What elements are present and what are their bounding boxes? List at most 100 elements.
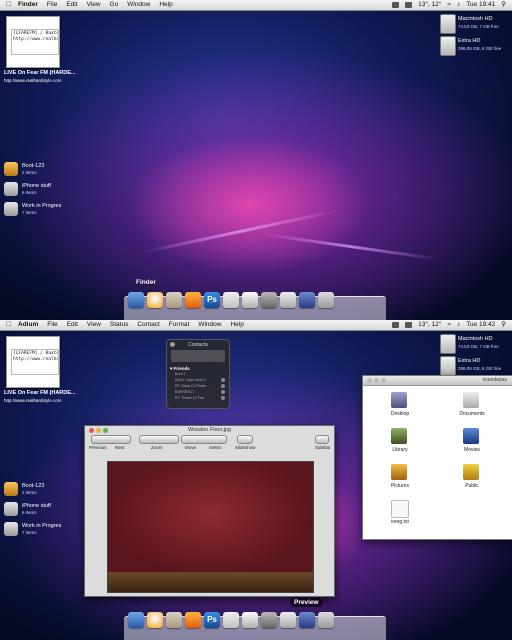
display-icon[interactable]: [405, 322, 413, 328]
preview-window[interactable]: Wooden Floor.jpg Previous Next Zoom Move…: [84, 425, 335, 597]
menu-app-name[interactable]: Adium: [18, 320, 38, 330]
finder-item-ioreg[interactable]: ioreg.txt: [375, 500, 425, 530]
trash-icon[interactable]: [318, 612, 334, 628]
close-button[interactable]: [367, 378, 372, 383]
contacts-window[interactable]: Contacts ▾ Friends Boot-1 BAXX: Spec Nex…: [166, 339, 230, 409]
finder-icon[interactable]: [128, 292, 144, 308]
headphones-icon[interactable]: [242, 292, 258, 308]
clock[interactable]: Tue 19:42: [466, 320, 495, 330]
image-canvas[interactable]: [107, 461, 314, 593]
thumbnail-title[interactable]: LIVE On Fear FM (HARDE...: [4, 390, 76, 396]
stack-name: iPhone stuff: [22, 503, 51, 509]
headphones-icon[interactable]: [242, 612, 258, 628]
volume-icon[interactable]: ♪: [457, 0, 460, 10]
menu-file[interactable]: File: [47, 320, 57, 330]
contact-row[interactable]: RT: Timber DJ Pad: [175, 396, 204, 400]
finder-item-movies[interactable]: Movies: [447, 428, 497, 458]
menu-help[interactable]: Help: [230, 320, 243, 330]
applications-stack-icon[interactable]: [299, 292, 315, 308]
stack-boot-123[interactable]: Boot-123 2 items: [4, 162, 74, 178]
preview-icon[interactable]: [280, 612, 296, 628]
menu-edit[interactable]: Edit: [67, 320, 78, 330]
thumbnail-line: http://www.realhardstyle: [13, 37, 59, 42]
applications-stack-icon[interactable]: [299, 612, 315, 628]
drive-macintosh-hd[interactable]: Macintosh HD 74.53 GB, 7 GB free: [440, 14, 504, 36]
zoom-buttons[interactable]: [139, 435, 179, 444]
finder-icon[interactable]: [128, 612, 144, 628]
finder-item-pictures[interactable]: Pictures: [375, 464, 425, 494]
weather-status[interactable]: 13°, 12°: [418, 0, 441, 10]
trash-icon[interactable]: [318, 292, 334, 308]
downloads-stack-icon[interactable]: [280, 292, 296, 308]
move-select-buttons[interactable]: [181, 435, 227, 444]
display-icon[interactable]: [405, 2, 413, 8]
document-thumbnail[interactable]: [LFAREFM] / Baxter ] - P http://www.real…: [6, 336, 60, 388]
weather-status[interactable]: 13°, 12°: [418, 320, 441, 330]
menu-app-name[interactable]: Finder: [18, 0, 38, 10]
wifi-icon[interactable]: ≈: [447, 0, 451, 10]
minimize-button[interactable]: [374, 378, 379, 383]
adium-duck-icon[interactable]: [147, 292, 163, 308]
finder-window[interactable]: nvandepas Desktop Documents Library Movi…: [362, 375, 512, 540]
menu-status[interactable]: Status: [110, 320, 128, 330]
menu-view[interactable]: View: [87, 0, 101, 10]
window-title: nvandepas: [482, 377, 507, 383]
menu-go[interactable]: Go: [110, 0, 119, 10]
app-icon[interactable]: [166, 292, 182, 308]
document-thumbnail[interactable]: [LFAREFM] / Baxter ] - P http://www.real…: [6, 16, 60, 68]
vlc-icon[interactable]: [185, 612, 201, 628]
menu-window[interactable]: Window: [127, 0, 150, 10]
sidebar-button[interactable]: [315, 435, 329, 444]
contact-row[interactable]: BAXX: Spec Next S: [175, 378, 206, 382]
menu-contact[interactable]: Contact: [137, 320, 159, 330]
item-label: Public: [465, 483, 479, 489]
my-status-field[interactable]: [171, 350, 225, 362]
stack-boot-123[interactable]: Boot-123 2 items: [4, 482, 74, 498]
stack-iphone-stuff[interactable]: iPhone stuff 6 items: [4, 182, 74, 198]
volume-icon[interactable]: ♪: [457, 320, 460, 330]
finder-item-desktop[interactable]: Desktop: [375, 392, 425, 422]
photoshop-icon[interactable]: Ps: [204, 292, 220, 308]
stack-work-in-progress[interactable]: Work in Progres 7 items: [4, 202, 74, 218]
menu-format[interactable]: Format: [169, 320, 190, 330]
stack-work-in-progress[interactable]: Work in Progres 7 items: [4, 522, 74, 538]
item-label: Movies: [464, 447, 480, 453]
public-folder-icon: [463, 464, 479, 480]
menu-help[interactable]: Help: [159, 0, 172, 10]
spotlight-icon[interactable]: ⚲: [501, 320, 506, 330]
wifi-icon[interactable]: ≈: [447, 320, 451, 330]
itunes-icon[interactable]: [223, 292, 239, 308]
apple-icon[interactable]: : [6, 320, 11, 330]
menu-view[interactable]: View: [87, 320, 101, 330]
contact-row[interactable]: Boot-1: [175, 372, 185, 376]
menu-window[interactable]: Window: [198, 320, 221, 330]
stack-iphone-stuff[interactable]: iPhone stuff 6 items: [4, 502, 74, 518]
finder-item-public[interactable]: Public: [447, 464, 497, 494]
battery-icon[interactable]: [392, 2, 400, 8]
drive-extra-hd[interactable]: Extra HD 298.09 GB, 8 GB free: [440, 36, 504, 58]
finder-item-library[interactable]: Library: [375, 428, 425, 458]
battery-icon[interactable]: [392, 322, 400, 328]
vlc-icon[interactable]: [185, 292, 201, 308]
contact-row[interactable]: BARRENCT: [175, 390, 194, 394]
spotlight-icon[interactable]: ⚲: [501, 0, 506, 10]
system-preferences-icon[interactable]: [261, 612, 277, 628]
photoshop-icon[interactable]: Ps: [204, 612, 220, 628]
stack-count: 7 items: [22, 210, 37, 215]
menu-edit[interactable]: Edit: [66, 0, 77, 10]
drive-macintosh-hd[interactable]: Macintosh HD 74.53 GB, 7 GB free: [440, 334, 504, 356]
adium-duck-icon[interactable]: [147, 612, 163, 628]
system-preferences-icon[interactable]: [261, 292, 277, 308]
previous-next-buttons[interactable]: [91, 435, 131, 444]
apple-icon[interactable]: : [6, 0, 11, 10]
clock[interactable]: Tue 19:41: [466, 0, 495, 10]
itunes-icon[interactable]: [223, 612, 239, 628]
app-icon[interactable]: [166, 612, 182, 628]
finder-item-documents[interactable]: Documents: [447, 392, 497, 422]
slideshow-button[interactable]: [237, 435, 253, 444]
contact-row[interactable]: RT: Samp DJ Padre: [175, 384, 206, 388]
thumbnail-title[interactable]: LIVE On Fear FM (HARDE...: [4, 70, 76, 76]
menu-bar:  Adium File Edit View Status Contact Fo…: [0, 320, 512, 331]
menu-file[interactable]: File: [47, 0, 57, 10]
zoom-button[interactable]: [381, 378, 386, 383]
